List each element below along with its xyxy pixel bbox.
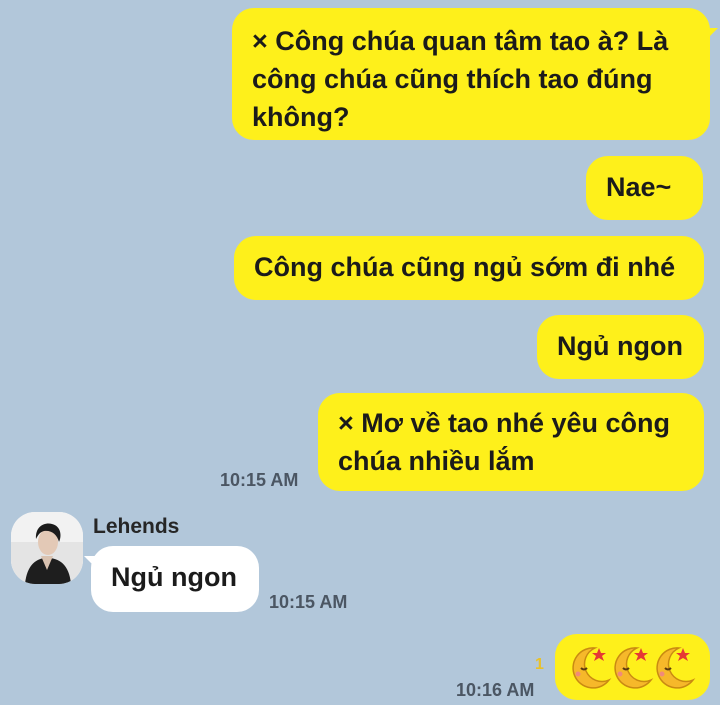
outgoing-message-bubble[interactable]: × Công chúa quan tâm tao à? Là công chúa…	[232, 8, 710, 140]
profile-photo-avatar-icon	[11, 512, 83, 584]
message-timestamp: 10:16 AM	[456, 680, 535, 700]
message-text: Ngủ ngon	[111, 562, 237, 592]
message-text-line: không?	[252, 102, 350, 132]
message-text-line: × Công chúa quan tâm tao à? Là	[252, 26, 669, 56]
outgoing-message-bubble[interactable]: Công chúa cũng ngủ sớm đi nhé	[234, 236, 704, 300]
message-text-line: chúa nhiều lắm	[338, 446, 535, 476]
bubble-tail	[84, 556, 98, 570]
outgoing-message-bubble[interactable]: Ngủ ngon	[537, 315, 704, 379]
sender-name: Lehends	[93, 515, 180, 538]
incoming-message-bubble[interactable]: Ngủ ngon	[91, 546, 259, 612]
crescent-moon-face-stars-icon	[572, 647, 612, 689]
outgoing-message-bubble[interactable]: Nae~	[586, 156, 703, 220]
sender-avatar[interactable]	[11, 512, 83, 584]
outgoing-message-bubble[interactable]: × Mơ về tao nhé yêu công chúa nhiều lắm	[318, 393, 704, 491]
message-text-line: × Mơ về tao nhé yêu công	[338, 408, 671, 438]
outgoing-emoji-bubble[interactable]	[555, 634, 710, 700]
message-timestamp: 10:15 AM	[220, 470, 299, 490]
crescent-moon-face-stars-icon	[614, 647, 654, 689]
message-text: Ngủ ngon	[557, 331, 683, 361]
unread-count: 1	[535, 656, 544, 673]
crescent-moon-face-stars-icon	[656, 647, 696, 689]
message-text: Nae~	[606, 172, 672, 202]
message-text-line: công chúa cũng thích tao đúng	[252, 64, 653, 94]
bubble-tail	[704, 28, 718, 42]
message-text: Công chúa cũng ngủ sớm đi nhé	[254, 252, 676, 282]
message-timestamp: 10:15 AM	[269, 592, 348, 612]
